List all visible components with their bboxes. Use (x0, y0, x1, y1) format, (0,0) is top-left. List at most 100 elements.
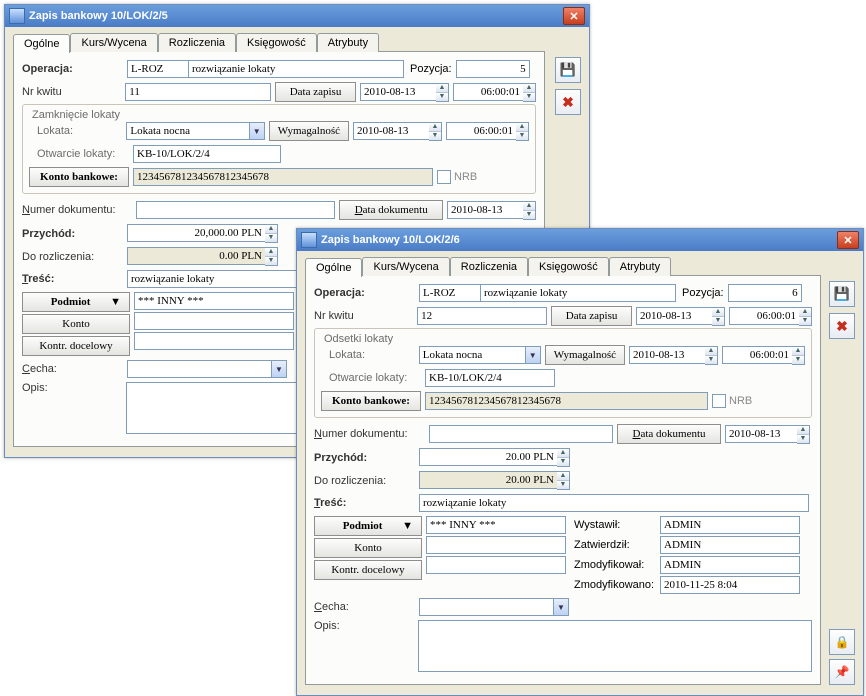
label-dorozliczenia: Do rozliczenia: (22, 251, 127, 263)
kontrdocelowy-button[interactable]: Kontr. docelowy (314, 560, 422, 580)
wymagalnosc-button[interactable]: Wymagalność (545, 345, 625, 365)
delete-button[interactable] (829, 313, 855, 339)
label-wystawil: Wystawił: (574, 519, 660, 531)
chevron-down-icon[interactable]: ▼ (249, 123, 264, 139)
tab-ksiegowosc[interactable]: Księgowość (528, 257, 609, 276)
przychod-field[interactable] (127, 224, 265, 242)
tresc-field[interactable] (419, 494, 809, 512)
label-nrkwitu: Nr kwitu (22, 86, 125, 98)
zmodyfikowal-field (660, 556, 800, 574)
window-title: Zapis bankowy 10/LOK/2/6 (321, 234, 837, 246)
label-zatwierdzil: Zatwierdził: (574, 539, 660, 551)
numerdokumentu-field[interactable] (136, 201, 335, 219)
datadokumentu-button[interactable]: Data dokumentu (339, 200, 443, 220)
zmodyfikowano-field (660, 576, 800, 594)
datadokumentu-field[interactable] (725, 425, 797, 443)
nrb-checkbox[interactable] (437, 170, 451, 184)
nrb-checkbox[interactable] (712, 394, 726, 408)
wymagalnosc-date[interactable] (629, 346, 705, 364)
lokata-combo[interactable]: Lokata nocna▼ (419, 346, 541, 364)
kontrdocelowy-button[interactable]: Kontr. docelowy (22, 336, 130, 356)
tab-ksiegowosc[interactable]: Księgowość (236, 33, 317, 52)
konto-button[interactable]: Konto (22, 314, 130, 334)
konto-field[interactable] (426, 536, 566, 554)
label-cecha: Cecha: (22, 363, 127, 375)
tab-kurs[interactable]: Kurs/Wycena (70, 33, 157, 52)
date-down-icon[interactable]: ▼ (436, 92, 448, 101)
cecha-combo[interactable]: ▼ (419, 598, 569, 616)
operacja-desc[interactable] (188, 60, 404, 78)
podmiot-field[interactable] (426, 516, 566, 534)
tab-general[interactable]: Ogólne (13, 34, 70, 53)
numerdokumentu-field[interactable] (429, 425, 613, 443)
operacja-desc[interactable] (480, 284, 676, 302)
operacja-code[interactable] (419, 284, 481, 302)
tab-general[interactable]: Ogólne (305, 258, 362, 277)
datadokumentu-field[interactable] (447, 201, 523, 219)
wymagalnosc-time[interactable] (446, 122, 516, 140)
kontobankowe-button[interactable]: Konto bankowe: (29, 167, 129, 187)
wymagalnosc-time[interactable] (722, 346, 792, 364)
kontrdocelowy-field[interactable] (426, 556, 566, 574)
tab-rozliczenia[interactable]: Rozliczenia (450, 257, 528, 276)
otwarcie-field[interactable] (425, 369, 555, 387)
wymagalnosc-button[interactable]: Wymagalność (269, 121, 349, 141)
otwarcie-field[interactable] (133, 145, 281, 163)
tab-atrybuty[interactable]: Atrybuty (609, 257, 671, 276)
tab-atrybuty[interactable]: Atrybuty (317, 33, 379, 52)
app-icon (301, 232, 317, 248)
kontobankowe-field[interactable] (425, 392, 708, 410)
nrkwitu-field[interactable] (417, 307, 547, 325)
lock-button[interactable] (829, 629, 855, 655)
close-icon[interactable]: ✕ (837, 231, 859, 249)
datazapisu-button[interactable]: Data zapisu (275, 82, 356, 102)
datazapisu-button[interactable]: Data zapisu (551, 306, 632, 326)
kontrdocelowy-field[interactable] (134, 332, 294, 350)
nrb-label: NRB (729, 395, 752, 407)
chevron-down-icon[interactable]: ▼ (553, 599, 568, 615)
label-pozycja: Pozycja: (682, 287, 724, 299)
konto-field[interactable] (134, 312, 294, 330)
datazapisu-date[interactable] (636, 307, 712, 325)
podmiot-button[interactable]: Podmiot▼ (22, 292, 130, 312)
label-lokata: Lokata: (329, 349, 419, 361)
datadokumentu-button[interactable]: Data dokumentu (617, 424, 721, 444)
datazapisu-time[interactable] (453, 83, 523, 101)
pozycja-field[interactable] (456, 60, 530, 78)
label-otwarcie: Otwarcie lokaty: (37, 148, 133, 160)
nrkwitu-field[interactable] (125, 83, 271, 101)
dorozliczenia-field (419, 471, 557, 489)
chevron-down-icon[interactable]: ▼ (271, 361, 286, 377)
app-icon (9, 8, 25, 24)
chevron-down-icon[interactable]: ▼ (525, 347, 540, 363)
kontobankowe-field[interactable] (133, 168, 433, 186)
label-numerdok: Numer dokumentu: (22, 204, 136, 216)
date-up-icon[interactable]: ▲ (436, 84, 448, 92)
wymagalnosc-date[interactable] (353, 122, 429, 140)
pin-button[interactable] (829, 659, 855, 685)
cecha-combo[interactable]: ▼ (127, 360, 287, 378)
save-button[interactable] (829, 281, 855, 307)
podmiot-field[interactable] (134, 292, 294, 310)
przychod-field[interactable] (419, 448, 557, 466)
tab-kurs[interactable]: Kurs/Wycena (362, 257, 449, 276)
pozycja-field[interactable] (728, 284, 802, 302)
konto-button[interactable]: Konto (314, 538, 422, 558)
opis-textarea[interactable] (418, 620, 812, 672)
operacja-code[interactable] (127, 60, 189, 78)
datazapisu-time[interactable] (729, 307, 799, 325)
window-title: Zapis bankowy 10/LOK/2/5 (29, 10, 563, 22)
dorozliczenia-field (127, 247, 265, 265)
delete-button[interactable] (555, 89, 581, 115)
datazapisu-date[interactable] (360, 83, 436, 101)
chevron-down-icon: ▼ (110, 296, 121, 308)
save-button[interactable] (555, 57, 581, 83)
label-dorozliczenia: Do rozliczenia: (314, 475, 419, 487)
podmiot-button[interactable]: Podmiot▼ (314, 516, 422, 536)
close-icon[interactable]: ✕ (563, 7, 585, 25)
label-tresc: Treść: (22, 273, 127, 285)
lokata-combo[interactable]: Lokata nocna▼ (126, 122, 264, 140)
tab-rozliczenia[interactable]: Rozliczenia (158, 33, 236, 52)
kontobankowe-button[interactable]: Konto bankowe: (321, 391, 421, 411)
group-zamkniecie-lokaty: Zamknięcie lokaty (29, 109, 123, 121)
